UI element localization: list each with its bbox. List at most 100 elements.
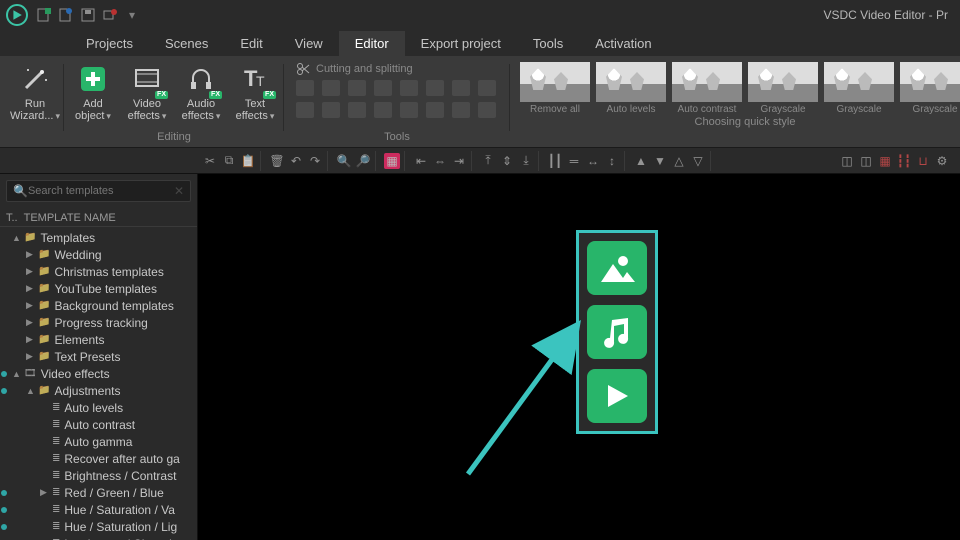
clear-icon[interactable]: ✕: [174, 184, 184, 198]
mini-tool-icon[interactable]: [426, 102, 444, 118]
menu-edit[interactable]: Edit: [224, 31, 278, 56]
cut-icon[interactable]: ✂: [202, 153, 218, 169]
bring-front-icon[interactable]: ▲: [633, 153, 649, 169]
settings-icon[interactable]: ⚙: [934, 153, 950, 169]
mini-tool-icon[interactable]: [452, 102, 470, 118]
same-height-icon[interactable]: ↕: [604, 153, 620, 169]
style-remove-all[interactable]: Remove all: [520, 62, 590, 115]
undo-icon[interactable]: ↶: [288, 153, 304, 169]
style-grayscale-1[interactable]: Grayscale: [748, 62, 818, 115]
style-auto-levels[interactable]: Auto levels: [596, 62, 666, 115]
align-top-icon[interactable]: ⤒: [480, 153, 496, 169]
mini-tool-icon[interactable]: [478, 80, 496, 96]
ungroup-icon[interactable]: ◫: [858, 153, 874, 169]
tree-item[interactable]: ≣Brightness / Contrast: [2, 467, 197, 484]
text-fx-icon: TTFX: [238, 62, 272, 96]
mini-tool-icon[interactable]: [322, 80, 340, 96]
copy-icon[interactable]: ⧉: [221, 153, 237, 169]
dist-v-icon[interactable]: ═: [566, 153, 582, 169]
qat-open-icon[interactable]: [58, 7, 74, 23]
mini-tool-icon[interactable]: [296, 80, 314, 96]
tree-item[interactable]: ▶📁Christmas templates: [2, 263, 197, 280]
templates-tree[interactable]: ▲📁Templates▶📁Wedding▶📁Christmas template…: [0, 227, 197, 540]
search-input[interactable]: [28, 185, 174, 197]
dist-h-icon[interactable]: ┃┃: [547, 153, 563, 169]
text-effects-button[interactable]: TTFX Text effects: [232, 60, 278, 122]
tree-item[interactable]: ≣Auto contrast: [2, 416, 197, 433]
mini-tool-icon[interactable]: [348, 102, 366, 118]
mini-tool-icon[interactable]: [348, 80, 366, 96]
canvas[interactable]: [198, 174, 960, 540]
align-center-v-icon[interactable]: ⇕: [499, 153, 515, 169]
zoom-in-icon[interactable]: 🔍: [336, 153, 352, 169]
templates-search[interactable]: 🔍 ✕: [6, 180, 191, 202]
style-grayscale-3[interactable]: Grayscale: [900, 62, 960, 115]
title-bar: ▾ VSDC Video Editor - Pr: [0, 0, 960, 30]
qat-new-icon[interactable]: [36, 7, 52, 23]
audio-effects-button[interactable]: FX Audio effects: [178, 60, 224, 122]
menu-editor[interactable]: Editor: [339, 31, 405, 56]
forward-icon[interactable]: △: [671, 153, 687, 169]
trash-icon[interactable]: 🗑: [269, 153, 285, 169]
mini-tool-icon[interactable]: [452, 80, 470, 96]
menu-export[interactable]: Export project: [405, 31, 517, 56]
tree-item[interactable]: ▶📁Background templates: [2, 297, 197, 314]
menu-projects[interactable]: Projects: [70, 31, 149, 56]
mini-tool-icon[interactable]: [296, 102, 314, 118]
paste-icon[interactable]: 📋: [240, 153, 256, 169]
backward-icon[interactable]: ▽: [690, 153, 706, 169]
menu-activation[interactable]: Activation: [579, 31, 667, 56]
zoom-out-icon[interactable]: 🔎: [355, 153, 371, 169]
tree-item[interactable]: ≣Luminance / Chromin: [2, 535, 197, 540]
guides-icon[interactable]: ┇┇: [896, 153, 912, 169]
tree-item[interactable]: ≣Auto gamma: [2, 433, 197, 450]
tree-item[interactable]: ≣Hue / Saturation / Va: [2, 501, 197, 518]
mini-tool-icon[interactable]: [400, 80, 418, 96]
redo-icon[interactable]: ↷: [307, 153, 323, 169]
align-bottom-icon[interactable]: ⤓: [518, 153, 534, 169]
menu-scenes[interactable]: Scenes: [149, 31, 224, 56]
tree-item[interactable]: ▲📁Templates: [2, 229, 197, 246]
menu-tools[interactable]: Tools: [517, 31, 579, 56]
tree-item[interactable]: ▲🎞Video effects: [2, 365, 197, 382]
qat-record-icon[interactable]: [102, 7, 118, 23]
align-left-icon[interactable]: ⇤: [413, 153, 429, 169]
tree-item[interactable]: ▶📁Progress tracking: [2, 314, 197, 331]
insert-video-button[interactable]: [587, 369, 647, 423]
same-width-icon[interactable]: ↔: [585, 153, 601, 169]
grid-icon[interactable]: ▦: [877, 153, 893, 169]
group-icon[interactable]: ◫: [839, 153, 855, 169]
selection-icon[interactable]: ▦: [384, 153, 400, 169]
mini-tool-icon[interactable]: [478, 102, 496, 118]
run-wizard-button[interactable]: Run Wizard...: [12, 60, 58, 122]
video-effects-button[interactable]: FX Video effects: [124, 60, 170, 122]
menu-view[interactable]: View: [279, 31, 339, 56]
tree-item[interactable]: ≣Auto levels: [2, 399, 197, 416]
qat-save-icon[interactable]: [80, 7, 96, 23]
mini-tool-icon[interactable]: [400, 102, 418, 118]
tools-mini-grid: [290, 76, 504, 120]
tree-item[interactable]: ▶≣Red / Green / Blue: [2, 484, 197, 501]
insert-image-button[interactable]: [587, 241, 647, 295]
qat-dropdown-icon[interactable]: ▾: [124, 7, 140, 23]
tree-item[interactable]: ▶📁YouTube templates: [2, 280, 197, 297]
style-auto-contrast[interactable]: Auto contrast: [672, 62, 742, 115]
add-object-button[interactable]: Add object: [70, 60, 116, 122]
style-grayscale-2[interactable]: Grayscale: [824, 62, 894, 115]
send-back-icon[interactable]: ▼: [652, 153, 668, 169]
mini-tool-icon[interactable]: [374, 80, 392, 96]
snap-icon[interactable]: ⊔: [915, 153, 931, 169]
align-right-icon[interactable]: ⇥: [451, 153, 467, 169]
align-center-h-icon[interactable]: ⇔: [432, 153, 448, 169]
tree-item[interactable]: ≣Hue / Saturation / Lig: [2, 518, 197, 535]
tree-item[interactable]: ▶📁Text Presets: [2, 348, 197, 365]
tree-item[interactable]: ≣Recover after auto ga: [2, 450, 197, 467]
insert-audio-button[interactable]: [587, 305, 647, 359]
mini-tool-icon[interactable]: [374, 102, 392, 118]
tree-item[interactable]: ▶📁Wedding: [2, 246, 197, 263]
mini-tool-icon[interactable]: [322, 102, 340, 118]
tree-item[interactable]: ▶📁Elements: [2, 331, 197, 348]
mini-tool-icon[interactable]: [426, 80, 444, 96]
secondary-toolbar: Templates 📌 ✕ ✂⧉📋 🗑↶↷ 🔍🔎 ▦ ⇤⇔⇥ ⤒⇕⤓ ┃┃═↔↕…: [0, 148, 960, 174]
tree-item[interactable]: ▲📁Adjustments: [2, 382, 197, 399]
